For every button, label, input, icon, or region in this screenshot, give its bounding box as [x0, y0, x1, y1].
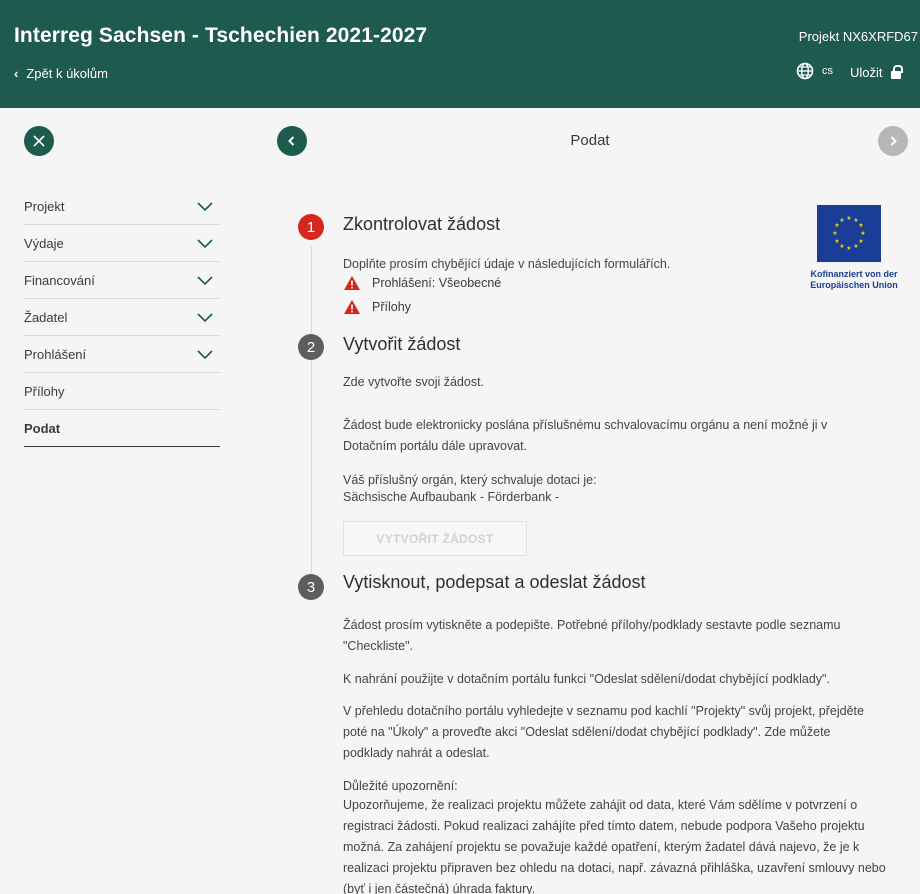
chevron-down-icon	[197, 239, 213, 249]
sidebar-item-zadatel[interactable]: Žadatel	[24, 299, 220, 336]
lock-icon	[890, 64, 903, 79]
warning-label: Prohlášení: Všeobecné	[372, 276, 502, 290]
step-2-text-intro: Zde vytvořte svoji žádost.	[343, 375, 485, 389]
sidebar-item-prilohy[interactable]: Přílohy	[24, 373, 220, 410]
previous-step-button[interactable]	[277, 126, 307, 156]
warning-item[interactable]: Přílohy	[344, 300, 411, 314]
svg-text:★: ★	[839, 243, 844, 250]
sidebar-item-label: Výdaje	[24, 235, 64, 251]
chevron-down-icon	[197, 313, 213, 323]
step-2-title: Vytvořit žádost	[343, 334, 461, 354]
step-3-notice-text: Upozorňujeme, že realizaci projektu může…	[343, 798, 886, 894]
warning-item[interactable]: Prohlášení: Všeobecné	[344, 276, 501, 290]
warning-icon	[344, 300, 360, 314]
svg-text:★: ★	[858, 222, 863, 229]
step-1-number: 1	[298, 214, 324, 240]
step-2-authority-name: Sächsische Aufbaubank - Förderbank -	[343, 490, 560, 504]
sidebar-item-financovani[interactable]: Financování	[24, 262, 220, 299]
language-selector[interactable]: cs	[796, 62, 833, 80]
sidebar-item-podat[interactable]: Podat	[24, 410, 220, 447]
sidebar-item-label: Projekt	[24, 198, 65, 214]
warning-icon	[344, 276, 360, 290]
eu-cofinanced-text: Kofinanziert von der Europäischen Union	[796, 269, 912, 291]
step-2-number: 2	[298, 334, 324, 360]
sidebar-nav: Projekt Výdaje Financování Žadatel Prohl…	[24, 188, 220, 447]
step-3-paragraph: K nahrání použijte v dotačním portálu fu…	[343, 672, 830, 686]
back-to-tasks-link[interactable]: ‹ Zpět k úkolům	[14, 66, 108, 81]
chevron-left-icon: ‹	[14, 66, 19, 81]
sidebar-item-prohlaseni[interactable]: Prohlášení	[24, 336, 220, 373]
close-button[interactable]	[24, 126, 54, 156]
sidebar-item-label: Přílohy	[24, 383, 65, 399]
sidebar-item-vydaje[interactable]: Výdaje	[24, 225, 220, 262]
language-code: cs	[822, 65, 833, 77]
svg-text:★: ★	[860, 230, 865, 237]
step-3-title: Vytisknout, podepsat a odeslat žádost	[343, 572, 646, 592]
save-label: Uložit	[850, 65, 883, 80]
sidebar-item-label: Financování	[24, 272, 95, 288]
next-step-button[interactable]	[878, 126, 908, 156]
back-link-label: Zpět k úkolům	[26, 66, 108, 81]
svg-text:★: ★	[834, 238, 839, 245]
svg-text:★: ★	[846, 215, 851, 222]
eu-flag-logo: ★ ★ ★ ★ ★ ★ ★ ★ ★ ★ ★ ★	[817, 205, 881, 262]
chevron-down-icon	[197, 276, 213, 286]
sidebar-item-projekt[interactable]: Projekt	[24, 188, 220, 225]
eu-stars-icon: ★ ★ ★ ★ ★ ★ ★ ★ ★ ★ ★ ★	[832, 215, 865, 252]
app-header: Interreg Sachsen - Tschechien 2021-2027 …	[0, 0, 920, 108]
close-icon	[33, 135, 45, 147]
step-3-notice-title: Důležité upozornění:	[343, 779, 458, 793]
warning-label: Přílohy	[372, 300, 411, 314]
step-3-paragraph: V přehledu dotačního portálu vyhledejte …	[343, 704, 864, 760]
app-title: Interreg Sachsen - Tschechien 2021-2027	[14, 24, 428, 47]
chevron-down-icon	[197, 350, 213, 360]
globe-icon	[796, 62, 814, 80]
chevron-right-icon	[890, 136, 897, 146]
svg-text:★: ★	[846, 245, 851, 252]
project-id: Projekt NX6XRFD67	[798, 29, 918, 44]
step-3-number: 3	[298, 574, 324, 600]
step-1-text: Doplňte prosím chybějící údaje v následu…	[343, 257, 671, 271]
timeline-line	[311, 246, 312, 586]
svg-text:★: ★	[839, 217, 844, 224]
svg-text:★: ★	[832, 230, 837, 237]
eu-text-line: Europäischen Union	[810, 280, 898, 290]
step-2-text-info: Žádost bude elektronicky poslána přísluš…	[343, 418, 828, 453]
sidebar-item-label: Prohlášení	[24, 346, 87, 362]
eu-text-line: Kofinanziert von der	[810, 269, 898, 279]
page-title: Podat	[570, 132, 610, 149]
svg-text:★: ★	[853, 243, 858, 250]
step-3-paragraph: Žádost prosím vytiskněte a podepište. Po…	[343, 618, 841, 653]
chevron-down-icon	[197, 202, 213, 212]
svg-text:★: ★	[858, 238, 863, 245]
chevron-left-icon	[288, 136, 295, 146]
step-1-title: Zkontrolovat žádost	[343, 214, 501, 234]
sidebar-item-label: Podat	[24, 420, 61, 436]
sidebar-item-label: Žadatel	[24, 309, 68, 325]
save-button[interactable]: Uložit	[850, 64, 903, 80]
create-application-button[interactable]: VYTVOŘIT ŽÁDOST	[343, 521, 527, 556]
